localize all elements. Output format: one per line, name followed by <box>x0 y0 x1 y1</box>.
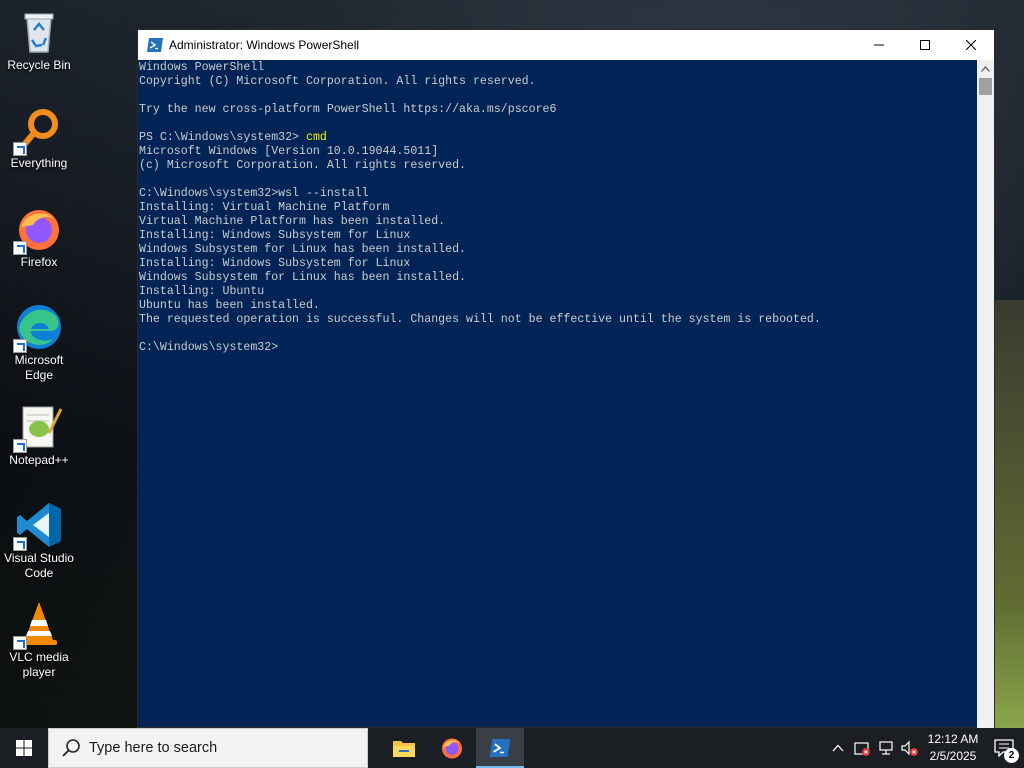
console-line: C:\Windows\system32>wsl --install <box>139 187 369 200</box>
defender-warning-icon <box>854 742 870 756</box>
start-button[interactable] <box>0 728 48 768</box>
firefox-icon <box>13 205 63 255</box>
console-line: PS C:\Windows\system32> cmd <box>139 131 978 145</box>
console-line: Windows Subsystem for Linux has been ins… <box>139 243 466 256</box>
everything-search-icon <box>13 106 63 156</box>
console-line: C:\Windows\system32> <box>139 341 279 354</box>
clock-date: 2/5/2025 <box>929 749 977 763</box>
vlc-icon <box>13 600 63 650</box>
powershell-icon <box>489 739 511 757</box>
scrollbar-thumb[interactable] <box>979 78 992 95</box>
console-line: Windows Subsystem for Linux has been ins… <box>139 271 466 284</box>
recycle-bin-icon <box>15 8 63 56</box>
maximize-button[interactable] <box>902 30 948 60</box>
notepadpp-icon <box>13 403 63 453</box>
desktop-icon-label: VLC media player <box>9 650 69 679</box>
console-line: Installing: Windows Subsystem for Linux <box>139 229 411 242</box>
desktop-icon-vscode[interactable]: Visual Studio Code <box>0 501 78 581</box>
desktop-icon-notepadpp[interactable]: Notepad++ <box>0 403 78 468</box>
desktop-icon-label: Everything <box>10 156 68 170</box>
tray-overflow-button[interactable] <box>826 728 850 768</box>
desktop-icon-label: Visual Studio Code <box>4 551 74 580</box>
tray-volume-button[interactable] <box>898 728 922 768</box>
chevron-up-icon <box>981 65 990 72</box>
shortcut-arrow-icon <box>13 636 27 650</box>
taskbar-clock[interactable]: 12:12 AM 2/5/2025 <box>922 731 984 765</box>
tray-security-icon-button[interactable] <box>850 728 874 768</box>
taskbar-search-box[interactable]: Type here to search <box>48 728 368 768</box>
console-command: cmd <box>305 131 327 144</box>
network-icon <box>879 741 893 755</box>
powershell-icon <box>147 38 163 52</box>
edge-icon <box>13 303 63 353</box>
desktop-icon-vlc[interactable]: VLC media player <box>0 600 78 680</box>
chevron-up-icon <box>832 744 844 752</box>
system-tray: 12:12 AM 2/5/2025 2 <box>826 728 1024 768</box>
desktop-icon-label: Firefox <box>20 255 58 269</box>
close-button[interactable] <box>948 30 994 60</box>
console-line: Installing: Windows Subsystem for Linux <box>139 257 411 270</box>
volume-muted-icon <box>901 740 918 756</box>
maximize-icon <box>920 40 930 50</box>
shortcut-arrow-icon <box>13 241 27 255</box>
window-title: Administrator: Windows PowerShell <box>169 38 360 52</box>
console-prompt: PS C:\Windows\system32> <box>139 131 306 144</box>
desktop-icon-everything[interactable]: Everything <box>0 106 78 171</box>
search-icon <box>62 739 80 757</box>
console-line: The requested operation is successful. C… <box>139 313 821 326</box>
console-line: Copyright (C) Microsoft Corporation. All… <box>139 75 536 88</box>
console-line: Try the new cross-platform PowerShell ht… <box>139 103 557 116</box>
console-output[interactable]: Windows PowerShell Copyright (C) Microsof… <box>138 60 978 728</box>
console-line: Installing: Virtual Machine Platform <box>139 201 390 214</box>
taskbar-app-firefox[interactable] <box>428 728 476 768</box>
console-line: Microsoft Windows [Version 10.0.19044.50… <box>139 145 439 158</box>
desktop-icon-firefox[interactable]: Firefox <box>0 205 78 270</box>
desktop-icon-edge[interactable]: Microsoft Edge <box>0 303 78 383</box>
window-titlebar[interactable]: Administrator: Windows PowerShell <box>138 30 994 60</box>
desktop-icon-label: Microsoft Edge <box>14 353 64 382</box>
notification-count-badge: 2 <box>1004 748 1019 763</box>
close-icon <box>966 40 976 50</box>
taskbar-app-file-explorer[interactable] <box>380 728 428 768</box>
folder-icon <box>393 741 415 757</box>
shortcut-arrow-icon <box>13 439 27 453</box>
tray-network-button[interactable] <box>874 728 898 768</box>
shortcut-arrow-icon <box>13 339 27 353</box>
taskbar: Type here to search 12:12 AM 2/5/2025 2 <box>0 728 1024 768</box>
powershell-window[interactable]: Administrator: Windows PowerShell Window… <box>137 29 995 728</box>
windows-logo-icon <box>16 740 32 756</box>
action-center-button[interactable]: 2 <box>984 728 1024 768</box>
console-line: Virtual Machine Platform has been instal… <box>139 215 446 228</box>
vertical-scrollbar[interactable] <box>977 60 994 728</box>
vscode-icon <box>13 501 63 551</box>
desktop-icon-label: Recycle Bin <box>7 58 71 72</box>
search-placeholder: Type here to search <box>89 740 218 756</box>
console-line: Ubuntu has been installed. <box>139 299 320 312</box>
taskbar-app-powershell[interactable] <box>476 728 524 768</box>
minimize-button[interactable] <box>856 30 902 60</box>
scroll-up-button[interactable] <box>977 60 994 77</box>
clock-time: 12:12 AM <box>927 732 979 746</box>
shortcut-arrow-icon <box>13 537 27 551</box>
console-line: (c) Microsoft Corporation. All rights re… <box>139 159 466 172</box>
desktop-icon-recycle-bin[interactable]: Recycle Bin <box>0 8 78 73</box>
desktop-icon-label: Notepad++ <box>9 453 69 467</box>
firefox-icon <box>442 738 462 759</box>
minimize-icon <box>874 44 884 46</box>
console-line: Windows PowerShell <box>139 61 265 74</box>
shortcut-arrow-icon <box>13 142 27 156</box>
console-line: Installing: Ubuntu <box>139 285 265 298</box>
